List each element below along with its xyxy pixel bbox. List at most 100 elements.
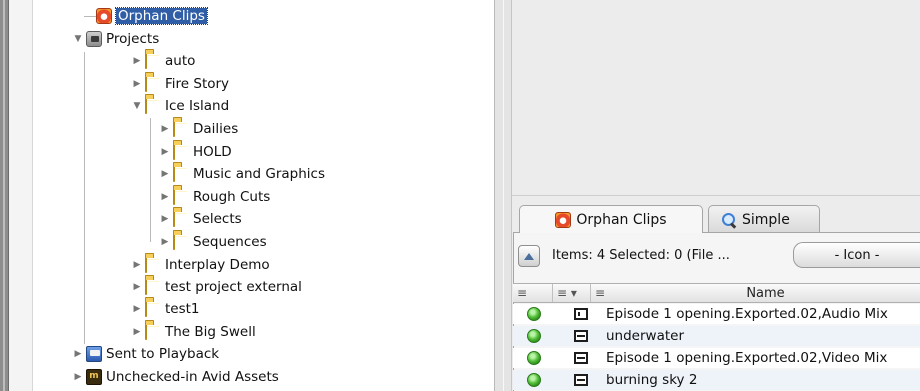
folder-icon — [145, 97, 161, 114]
table-row[interactable]: underwater — [513, 326, 920, 346]
tree-item-label: test1 — [165, 301, 200, 317]
avid-assets-icon: m — [86, 369, 102, 385]
collapsed-triangle-icon[interactable]: ▶ — [130, 302, 144, 316]
collapsed-triangle-icon[interactable]: ▶ — [158, 212, 172, 226]
collapsed-triangle-icon[interactable]: ▶ — [130, 325, 144, 339]
collapsed-triangle-icon[interactable]: ▶ — [130, 54, 144, 68]
tree-item-auto[interactable]: ▶ auto — [130, 50, 195, 72]
collapsed-triangle-icon[interactable]: ▶ — [71, 347, 85, 361]
tree-item-ice-island[interactable]: ▼ Ice Island — [130, 95, 229, 117]
tree-item-dailies[interactable]: ▶ Dailies — [158, 118, 238, 140]
status-column-header[interactable]: ≡ — [513, 284, 553, 302]
clip-name: burning sky 2 — [606, 372, 698, 388]
folder-icon — [145, 256, 161, 273]
tree-item-sequences[interactable]: ▶ Sequences — [158, 231, 267, 253]
clip-name: Episode 1 opening.Exported.02,Video Mix — [606, 350, 888, 366]
folder-icon — [145, 52, 161, 69]
tab-label: Simple — [742, 211, 790, 228]
orphan-clips-icon — [555, 211, 572, 228]
tree-item-label: Ice Island — [165, 98, 230, 114]
name-column-header[interactable]: Name — [611, 284, 920, 302]
tree-item-label: HOLD — [193, 144, 232, 160]
folder-icon — [173, 233, 189, 250]
tree-guide-line — [150, 118, 151, 242]
tree-guide-line — [84, 52, 85, 344]
folder-icon — [173, 165, 189, 182]
tree-item-label: The Big Swell — [165, 324, 256, 340]
collapsed-triangle-icon[interactable]: ▶ — [158, 190, 172, 204]
playback-icon — [86, 346, 102, 362]
tree-item-the-big-swell[interactable]: ▶ The Big Swell — [130, 321, 256, 343]
folder-icon — [145, 300, 161, 317]
up-arrow-icon — [524, 252, 534, 260]
collapsed-triangle-icon[interactable]: ▶ — [130, 280, 144, 294]
tree-item-label: Music and Graphics — [193, 166, 326, 182]
column-header: ≡ ≡ ▾ ≡ Name — [513, 283, 920, 303]
folder-icon — [145, 323, 161, 340]
folder-icon — [173, 143, 189, 160]
name-column-marker[interactable]: ≡ — [591, 284, 611, 302]
folder-icon — [173, 188, 189, 205]
collapsed-triangle-icon[interactable]: ▶ — [158, 145, 172, 159]
view-mode-label: - Icon - — [834, 247, 880, 263]
type-column-header[interactable]: ≡ ▾ — [553, 284, 591, 302]
tree-item-label: Interplay Demo — [165, 257, 270, 273]
online-status-icon — [527, 373, 541, 387]
clip-icon — [574, 330, 588, 342]
expanded-triangle-icon[interactable]: ▼ — [71, 32, 85, 46]
collapsed-triangle-icon[interactable]: ▶ — [71, 370, 85, 384]
tab-label: Orphan Clips — [576, 211, 667, 228]
collapsed-triangle-icon[interactable]: ▶ — [158, 167, 172, 181]
online-status-icon — [527, 329, 541, 343]
tree-item-projects[interactable]: ▼ Projects — [71, 28, 159, 50]
online-status-icon — [527, 351, 541, 365]
tree-item-hold[interactable]: ▶ HOLD — [158, 141, 232, 163]
tree-item-selects[interactable]: ▶ Selects — [158, 208, 242, 230]
expanded-triangle-icon[interactable]: ▼ — [130, 99, 144, 113]
tree-gutter — [9, 0, 33, 391]
tree-item-label: Fire Story — [165, 76, 230, 92]
go-up-button[interactable] — [518, 245, 540, 267]
projects-icon — [86, 31, 102, 47]
tree-item-sent-to-playback[interactable]: ▶ Sent to Playback — [71, 343, 219, 365]
folder-icon — [173, 210, 189, 227]
collapsed-triangle-icon[interactable]: ▶ — [158, 235, 172, 249]
view-mode-button[interactable]: - Icon - — [793, 242, 920, 268]
tree-item-label: Orphan Clips — [115, 7, 208, 25]
table-row[interactable]: Episode 1 opening.Exported.02,Audio Mix — [513, 304, 920, 324]
tree-item-rough-cuts[interactable]: ▶ Rough Cuts — [158, 186, 270, 208]
tree-item-music-and-graphics[interactable]: ▶ Music and Graphics — [158, 163, 325, 185]
tree-item-label: Rough Cuts — [193, 189, 271, 205]
collapsed-triangle-icon[interactable]: ▶ — [158, 122, 172, 136]
tab-simple-search[interactable]: Simple — [708, 205, 820, 233]
table-row[interactable]: Episode 1 opening.Exported.02,Video Mix — [513, 348, 920, 368]
tree-item-label: Sequences — [193, 234, 267, 250]
orphan-clips-icon — [96, 8, 112, 24]
tree-item-test1[interactable]: ▶ test1 — [130, 298, 200, 320]
tree-item-label: test project external — [165, 279, 302, 295]
tree-item-test-project-external[interactable]: ▶ test project external — [130, 276, 302, 298]
tree-item-label: Unchecked-in Avid Assets — [106, 369, 279, 385]
tree-item-interplay-demo[interactable]: ▶ Interplay Demo — [130, 254, 270, 276]
clip-icon — [574, 352, 588, 364]
tree-item-orphan-clips[interactable]: Orphan Clips — [81, 5, 208, 27]
tree-item-fire-story[interactable]: ▶ Fire Story — [130, 73, 229, 95]
table-row[interactable]: burning sky 2 — [513, 370, 920, 390]
online-status-icon — [527, 307, 541, 321]
collapsed-triangle-icon[interactable]: ▶ — [130, 77, 144, 91]
tree-item-unchecked-in-avid-assets[interactable]: ▶ m Unchecked-in Avid Assets — [71, 366, 279, 388]
tree-item-label: Projects — [106, 31, 160, 47]
sequence-icon — [574, 308, 588, 320]
items-count-text: Items: 4 Selected: 0 (File ... — [552, 248, 730, 263]
folder-icon — [145, 75, 161, 92]
tab-orphan-clips[interactable]: Orphan Clips — [519, 205, 703, 233]
folder-icon — [173, 120, 189, 137]
tree-item-label: Selects — [193, 211, 242, 227]
clip-name: Episode 1 opening.Exported.02,Audio Mix — [606, 306, 888, 322]
search-icon — [721, 212, 737, 228]
clip-name: underwater — [606, 328, 685, 344]
folder-icon — [145, 278, 161, 295]
clip-icon — [574, 374, 588, 386]
collapsed-triangle-icon[interactable]: ▶ — [130, 258, 144, 272]
panel-splitter[interactable] — [494, 0, 512, 391]
